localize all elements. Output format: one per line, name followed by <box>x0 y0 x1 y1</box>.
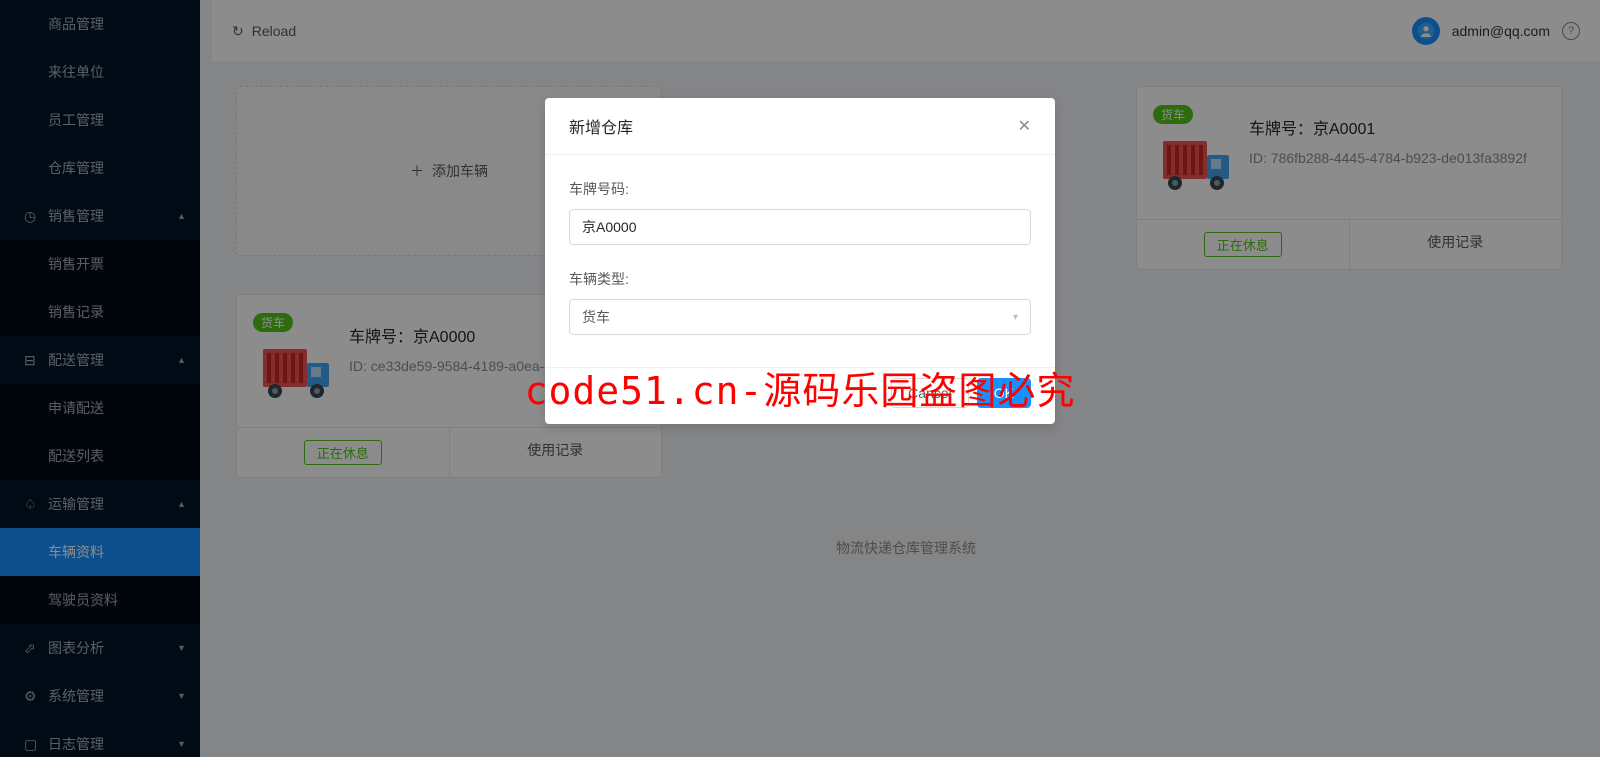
close-icon[interactable]: ✕ <box>1018 116 1031 136</box>
type-select[interactable]: 货车 ▾ <box>569 299 1031 335</box>
ok-button[interactable]: OK <box>977 378 1031 408</box>
plate-input[interactable] <box>569 209 1031 245</box>
type-label: 车辆类型: <box>569 269 1031 289</box>
cancel-button[interactable]: Cancel <box>891 378 969 408</box>
plate-label: 车牌号码: <box>569 179 1031 199</box>
modal: 新增仓库 ✕ 车牌号码: 车辆类型: 货车 ▾ Cancel OK <box>545 98 1055 424</box>
chevron-down-icon: ▾ <box>1013 312 1018 323</box>
modal-title: 新增仓库 <box>569 114 633 138</box>
